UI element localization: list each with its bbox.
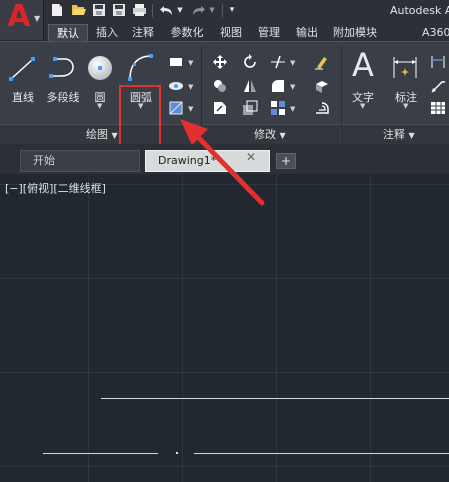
dimension-dropdown-icon[interactable]: ▼ (403, 102, 408, 110)
drawn-line[interactable] (101, 398, 449, 399)
polyline-tool-label[interactable]: 多段线 (42, 89, 84, 105)
drawn-point[interactable] (176, 452, 178, 454)
fillet-dropdown-icon[interactable]: ▼ (290, 83, 295, 91)
drawn-line[interactable] (43, 453, 158, 454)
line-tool-label[interactable]: 直线 (5, 89, 41, 105)
save-as-icon[interactable] (111, 3, 127, 18)
modify-panel-title-text: 修改 (254, 128, 276, 141)
dimension-tool-icon[interactable] (391, 54, 419, 82)
text-dropdown-icon[interactable]: ▼ (360, 102, 365, 110)
offset-tool-icon[interactable] (314, 100, 330, 116)
hatch-tool-icon[interactable] (168, 78, 184, 94)
customize-qat-icon[interactable]: ▾ (227, 3, 237, 18)
tab-manage[interactable]: 管理 (254, 24, 284, 41)
polyline-tool-icon[interactable] (48, 56, 78, 82)
window-title: Autodesk A (390, 4, 449, 17)
tab-insert[interactable]: 插入 (92, 24, 122, 41)
rotate-tool-icon[interactable] (242, 54, 258, 70)
modify-panel-title[interactable]: 修改 ▼ (254, 126, 286, 142)
undo-dropdown-icon[interactable]: ▼ (176, 3, 184, 18)
scale-tool-icon[interactable] (242, 100, 258, 116)
explode-tool-icon[interactable] (314, 78, 330, 94)
close-icon[interactable]: ✕ (246, 150, 256, 164)
new-tab-button[interactable]: + (276, 153, 296, 169)
tab-default[interactable]: 默认 (48, 24, 88, 41)
tab-view[interactable]: 视图 (216, 24, 246, 41)
array-dropdown-icon[interactable]: ▼ (290, 105, 295, 113)
document-tab-bar: 开始 Drawing1* ✕ + (0, 144, 449, 174)
move-tool-icon[interactable] (212, 54, 228, 70)
draw-panel-title-text: 绘图 (86, 128, 108, 141)
tab-annotate[interactable]: 注释 (128, 24, 158, 41)
viewport-controls[interactable]: [−][俯视][二维线框] (5, 180, 106, 196)
gradient-tool-icon[interactable] (168, 100, 184, 116)
chevron-down-icon: ▼ (111, 131, 118, 140)
trim-dropdown-icon[interactable]: ▼ (290, 59, 295, 67)
table-tool-icon[interactable] (430, 100, 446, 116)
redo-dropdown-icon[interactable]: ▼ (208, 3, 216, 18)
text-tool-icon[interactable]: A (348, 48, 378, 82)
tab-parametric[interactable]: 参数化 (166, 24, 208, 41)
tab-a360[interactable]: A360 (422, 24, 449, 41)
toolbar-divider (152, 4, 153, 17)
ribbon-tab-bar: 默认 插入 注释 参数化 视图 管理 输出 附加模块 A360 (44, 22, 449, 41)
leader-tool-icon[interactable] (430, 78, 446, 94)
chevron-down-icon: ▼ (408, 131, 415, 140)
tab-output[interactable]: 输出 (292, 24, 322, 41)
fillet-tool-icon[interactable] (270, 78, 286, 94)
rectangle-tool-icon[interactable] (168, 54, 184, 70)
chevron-down-icon: ▼ (34, 14, 41, 23)
line-tool-icon[interactable] (8, 56, 36, 82)
annotation-panel-title-text: 注释 (383, 128, 405, 141)
arc-tool-icon[interactable] (126, 52, 154, 82)
undo-icon[interactable] (158, 3, 174, 18)
stretch-tool-icon[interactable] (212, 100, 228, 116)
tab-addins[interactable]: 附加模块 (328, 24, 382, 41)
drawing-canvas[interactable]: [−][俯视][二维线框] (0, 174, 449, 482)
draw-panel-title[interactable]: 绘图 ▼ (86, 126, 118, 142)
redo-icon[interactable] (190, 3, 206, 18)
drawn-line[interactable] (194, 453, 449, 454)
trim-tool-icon[interactable] (270, 54, 286, 70)
linear-dimension-icon[interactable] (430, 54, 446, 70)
gradient-dropdown-icon[interactable]: ▼ (188, 105, 193, 113)
rectangle-dropdown-icon[interactable]: ▼ (188, 59, 193, 67)
save-icon[interactable] (91, 3, 107, 18)
toolbar-divider (222, 4, 223, 17)
tab-start[interactable]: 开始 (20, 150, 140, 172)
array-tool-icon[interactable] (270, 100, 286, 116)
circle-dropdown-icon[interactable]: ▼ (97, 102, 102, 110)
print-icon[interactable] (131, 3, 147, 18)
annotation-panel-title[interactable]: 注释 ▼ (383, 126, 415, 142)
mirror-tool-icon[interactable] (242, 78, 258, 94)
erase-tool-icon[interactable] (314, 54, 330, 70)
title-bar: ▼ ▼ ▾ Autodesk A (0, 0, 449, 22)
autocad-logo-icon: A (7, 0, 31, 34)
hatch-dropdown-icon[interactable]: ▼ (188, 83, 193, 91)
circle-tool-icon[interactable] (86, 54, 114, 82)
application-menu-button[interactable]: A ▼ (0, 0, 44, 40)
new-icon[interactable] (50, 3, 64, 18)
chevron-down-icon: ▼ (279, 131, 286, 140)
ribbon-panel: 直线 多段线 圆 ▼ 圆弧 ▼ ▼ ▼ ▼ ▼ ▼ ▼ A 文字 ▼ 标注 ▼ … (0, 41, 449, 155)
open-icon[interactable] (70, 3, 86, 18)
copy-tool-icon[interactable] (212, 78, 228, 94)
